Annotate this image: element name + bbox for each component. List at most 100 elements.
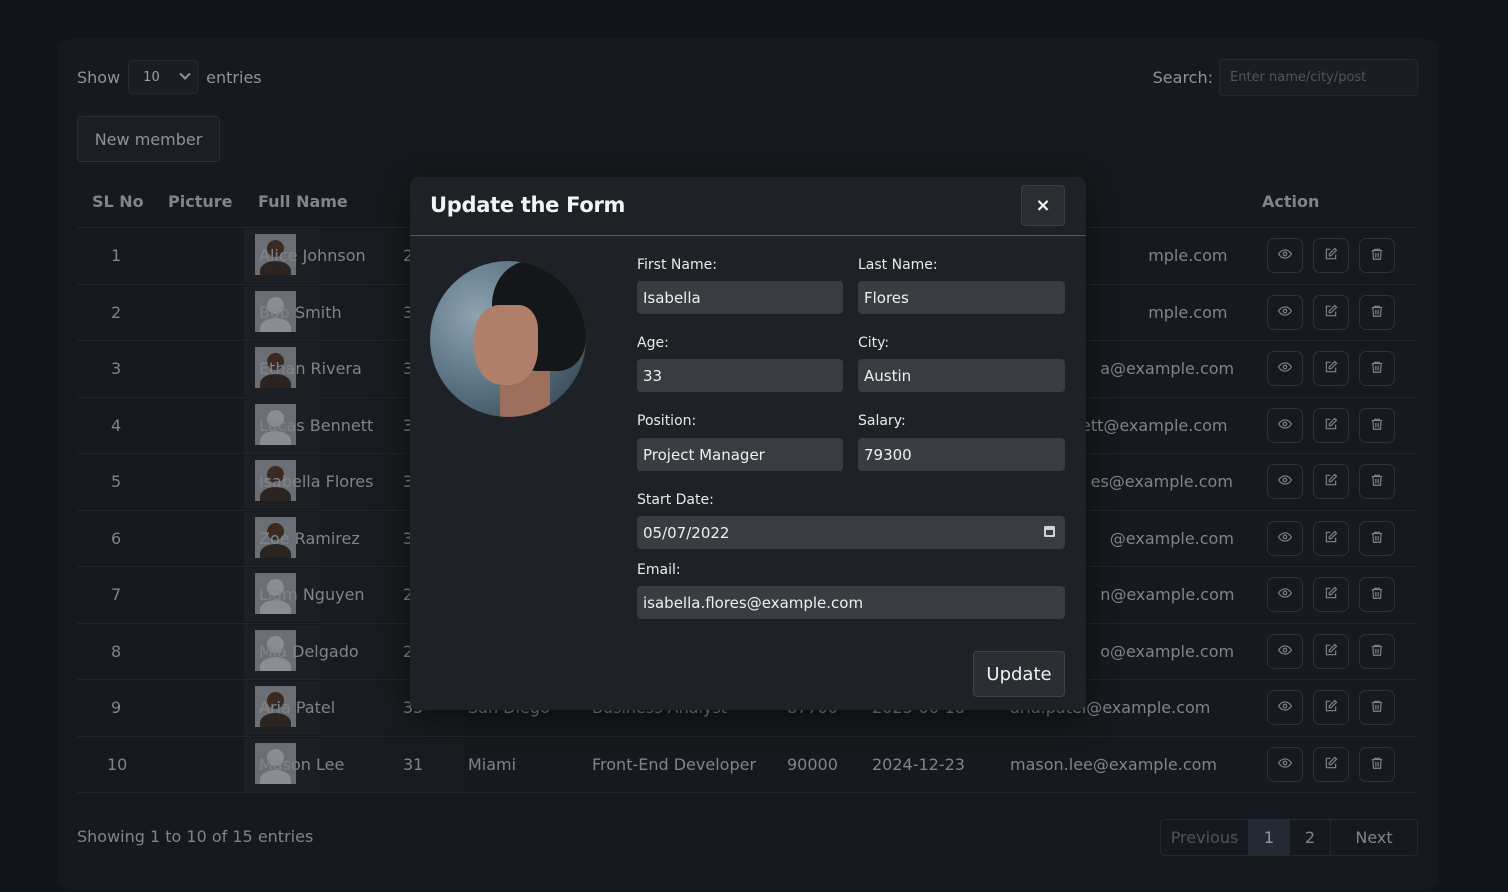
row-full-name: Ethan Rivera xyxy=(259,359,362,378)
salary-field[interactable]: 79300 xyxy=(858,438,1065,471)
last-name-field[interactable]: Flores xyxy=(858,281,1065,314)
next-page-button[interactable]: Next xyxy=(1331,820,1417,855)
view-button[interactable] xyxy=(1267,577,1303,612)
modal-divider xyxy=(410,235,1086,236)
email-field[interactable]: isabella.flores@example.com xyxy=(637,586,1065,619)
edit-icon xyxy=(1324,472,1338,491)
delete-button[interactable] xyxy=(1359,407,1395,443)
edit-icon xyxy=(1324,698,1338,717)
row-sl-no: 7 xyxy=(111,585,122,604)
eye-icon xyxy=(1277,472,1293,491)
edit-icon xyxy=(1324,416,1338,435)
update-form-modal: Update the Form × First Name: Isabella L… xyxy=(410,177,1086,710)
close-button[interactable]: × xyxy=(1021,185,1065,226)
age-field[interactable]: 33 xyxy=(637,359,843,392)
entries-select[interactable]: 10 xyxy=(128,60,199,94)
row-sl-no: 4 xyxy=(111,415,122,435)
header-picture: Picture xyxy=(168,192,233,211)
eye-icon xyxy=(1277,246,1293,265)
row-email: es@example.com xyxy=(1090,472,1233,491)
edit-button[interactable] xyxy=(1313,746,1349,782)
previous-page-button[interactable]: Previous xyxy=(1161,820,1249,855)
edit-button[interactable] xyxy=(1313,294,1349,330)
city-field[interactable]: Austin xyxy=(858,359,1065,392)
view-button[interactable] xyxy=(1267,407,1303,443)
search-input[interactable] xyxy=(1219,59,1418,96)
view-button[interactable] xyxy=(1267,238,1303,273)
row-email: n@example.com xyxy=(1100,585,1235,604)
email-label: Email: xyxy=(637,562,681,578)
delete-button[interactable] xyxy=(1359,746,1395,782)
delete-button[interactable] xyxy=(1359,294,1395,330)
row-actions xyxy=(1267,746,1395,782)
row-full-name: Liam Nguyen xyxy=(259,585,365,604)
edit-icon xyxy=(1324,585,1338,604)
row-sl-no: 3 xyxy=(111,359,122,378)
position-label: Position: xyxy=(637,413,697,429)
delete-button[interactable] xyxy=(1359,351,1395,386)
update-button[interactable]: Update xyxy=(973,651,1065,697)
new-member-button[interactable]: New member xyxy=(77,116,220,162)
delete-button[interactable] xyxy=(1359,464,1395,499)
first-name-field[interactable]: Isabella xyxy=(637,281,843,314)
edit-button[interactable] xyxy=(1313,351,1349,386)
delete-button[interactable] xyxy=(1359,690,1395,725)
row-full-name: Lucas Bennett xyxy=(259,415,374,435)
start-date-label: Start Date: xyxy=(637,492,714,508)
trash-icon xyxy=(1370,642,1384,661)
row-sl-no: 1 xyxy=(111,246,122,265)
eye-icon xyxy=(1277,416,1293,435)
chevron-down-icon xyxy=(179,68,191,80)
row-start-date: 2024-12-23 xyxy=(872,754,965,774)
row-actions xyxy=(1267,294,1395,330)
row-actions xyxy=(1267,690,1395,725)
view-button[interactable] xyxy=(1267,464,1303,499)
row-full-name: Aria Patel xyxy=(259,698,336,717)
view-button[interactable] xyxy=(1267,351,1303,386)
view-button[interactable] xyxy=(1267,746,1303,782)
page-2-button[interactable]: 2 xyxy=(1290,820,1331,855)
row-email: ett@example.com xyxy=(1081,415,1228,435)
eye-icon xyxy=(1277,642,1293,661)
eye-icon xyxy=(1277,585,1293,604)
search-label: Search: xyxy=(1152,68,1213,87)
view-button[interactable] xyxy=(1267,294,1303,330)
trash-icon xyxy=(1370,416,1384,435)
trash-icon xyxy=(1370,359,1384,378)
close-icon: × xyxy=(1035,195,1051,216)
row-sl-no: 9 xyxy=(111,698,122,717)
row-city: Miami xyxy=(468,754,517,774)
entries-control: Show 10 entries xyxy=(77,60,262,94)
delete-button[interactable] xyxy=(1359,577,1395,612)
delete-button[interactable] xyxy=(1359,238,1395,273)
view-button[interactable] xyxy=(1267,520,1303,556)
view-button[interactable] xyxy=(1267,633,1303,669)
row-actions xyxy=(1267,633,1395,669)
row-age: 31 xyxy=(403,754,424,774)
edit-button[interactable] xyxy=(1313,690,1349,725)
edit-button[interactable] xyxy=(1313,238,1349,273)
row-sl-no: 5 xyxy=(111,472,122,491)
row-salary: 90000 xyxy=(787,754,838,774)
show-label: Show xyxy=(77,67,121,87)
row-full-name: Isabella Flores xyxy=(259,472,374,491)
row-actions xyxy=(1267,238,1395,273)
row-email: mason.lee@example.com xyxy=(1010,754,1217,774)
edit-button[interactable] xyxy=(1313,633,1349,669)
modal-title: Update the Form xyxy=(430,193,626,217)
position-field[interactable]: Project Manager xyxy=(637,438,843,471)
edit-button[interactable] xyxy=(1313,577,1349,612)
edit-button[interactable] xyxy=(1313,464,1349,499)
page-1-button[interactable]: 1 xyxy=(1249,820,1290,855)
row-email: mple.com xyxy=(1148,246,1228,265)
delete-button[interactable] xyxy=(1359,633,1395,669)
view-button[interactable] xyxy=(1267,690,1303,725)
pagination: Previous 1 2 Next xyxy=(1160,819,1418,856)
eye-icon xyxy=(1277,529,1293,548)
calendar-icon[interactable] xyxy=(1044,526,1055,537)
edit-button[interactable] xyxy=(1313,520,1349,556)
delete-button[interactable] xyxy=(1359,520,1395,556)
row-full-name: Mia Delgado xyxy=(259,641,359,661)
edit-button[interactable] xyxy=(1313,407,1349,443)
start-date-field[interactable]: 05/07/2022 xyxy=(637,516,1065,549)
